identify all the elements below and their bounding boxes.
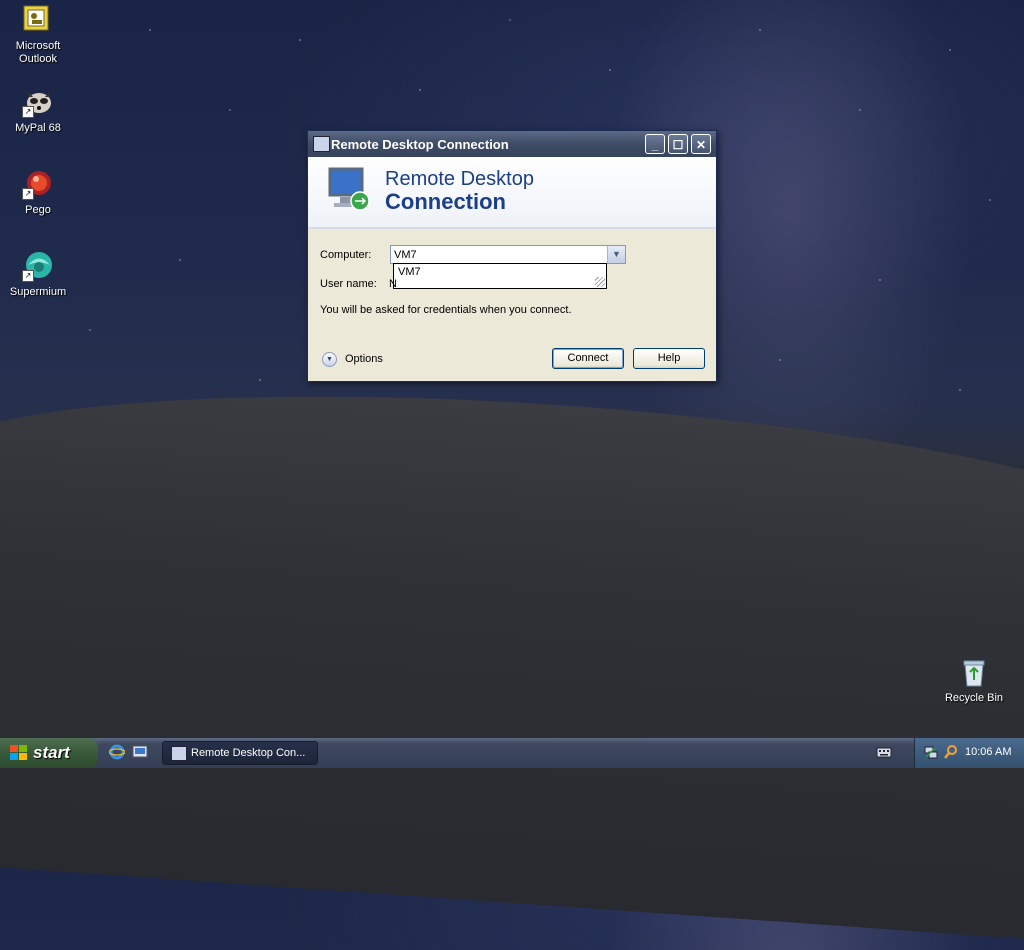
computer-autocomplete-list: VM7	[393, 263, 607, 289]
computer-label: Computer:	[320, 249, 372, 261]
start-button[interactable]: start	[0, 738, 98, 768]
keyboard-icon[interactable]	[876, 744, 892, 760]
recycle-bin-icon	[958, 656, 990, 688]
shortcut-arrow-icon: ↗	[22, 270, 34, 282]
windows-flag-icon	[10, 745, 27, 761]
taskbar-item-label: Remote Desktop Con...	[191, 747, 306, 759]
close-button[interactable]: ✕	[691, 134, 711, 154]
computer-combobox[interactable]: VM7 ▼	[390, 245, 626, 264]
desktop-icon-mypal[interactable]: ↗ MyPal 68	[0, 86, 76, 135]
desktop-icon-label: MyPal 68	[15, 122, 61, 134]
desktop-icon-supermium[interactable]: ↗ Supermium	[0, 250, 76, 299]
remote-desktop-monitor-icon	[326, 165, 374, 215]
banner-title-line2: Connection	[385, 189, 506, 214]
desktop-icon-recycle-bin[interactable]: Recycle Bin	[936, 656, 1012, 705]
dialog-title-bar[interactable]: Remote Desktop Connection _ ☐ ✕	[308, 131, 716, 157]
dialog-title: Remote Desktop Connection	[331, 137, 509, 152]
pego-icon: ↗	[22, 168, 54, 200]
rdc-app-icon	[171, 746, 187, 761]
help-button[interactable]: Help	[633, 348, 705, 369]
chevron-down-icon[interactable]: ▼	[607, 246, 625, 263]
remote-desktop-dialog: Remote Desktop Connection _ ☐ ✕ Remote D…	[307, 130, 717, 382]
resize-grip-icon[interactable]	[595, 277, 605, 287]
start-label: start	[33, 743, 70, 762]
desktop-icon-label: Supermium	[9, 286, 67, 298]
desktop-hill	[0, 360, 1024, 950]
taskbar-item-remote-desktop[interactable]: Remote Desktop Con...	[162, 741, 318, 765]
internet-explorer-icon[interactable]	[108, 744, 126, 760]
supermium-icon: ↗	[22, 250, 54, 282]
username-label: User name:	[320, 278, 377, 290]
desktop-icon-pego[interactable]: ↗ Pego	[0, 168, 76, 217]
autocomplete-option[interactable]: VM7	[398, 266, 421, 278]
minimize-button[interactable]: _	[645, 134, 665, 154]
taskbar-clock[interactable]: 10:06 AM	[965, 746, 1011, 758]
options-expand-icon[interactable]: ▼	[322, 352, 337, 367]
rdc-app-icon	[313, 136, 330, 152]
network-icon[interactable]	[923, 744, 939, 760]
outlook-icon	[22, 4, 54, 36]
connect-button[interactable]: Connect	[552, 348, 624, 369]
mypal-raccoon-icon: ↗	[22, 86, 54, 118]
show-desktop-icon[interactable]	[132, 744, 148, 760]
shortcut-arrow-icon: ↗	[22, 188, 34, 200]
desktop-icon-label: Pego	[25, 204, 51, 216]
credentials-note: You will be asked for credentials when y…	[320, 304, 572, 316]
computer-input[interactable]: VM7	[394, 249, 417, 261]
shortcut-arrow-icon: ↗	[22, 106, 34, 118]
dialog-banner: Remote Desktop Connection	[308, 157, 716, 229]
desktop-icon-outlook[interactable]: Microsoft Outlook	[0, 4, 76, 66]
options-link[interactable]: Options	[345, 353, 383, 365]
taskbar: start Remote Desktop Con... 10:06 AM	[0, 738, 1024, 768]
search-icon[interactable]	[943, 744, 959, 760]
username-value: N	[389, 278, 397, 290]
system-tray: 10:06 AM	[914, 738, 1024, 768]
desktop-icon-label: Recycle Bin	[944, 692, 1004, 704]
desktop-icon-label: Microsoft Outlook	[15, 40, 61, 65]
maximize-button[interactable]: ☐	[668, 134, 688, 154]
banner-title-line1: Remote Desktop	[385, 168, 534, 190]
